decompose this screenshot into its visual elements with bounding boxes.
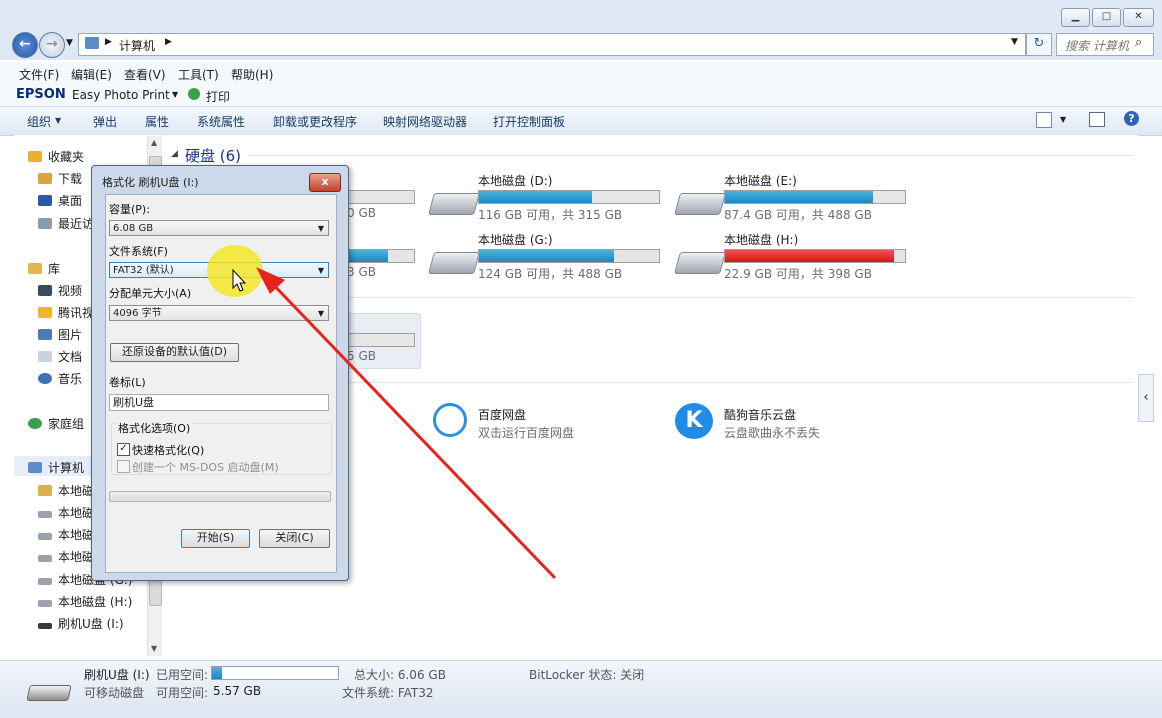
annotation-arrow [232, 267, 557, 580]
mouse-cursor-icon [232, 268, 247, 292]
